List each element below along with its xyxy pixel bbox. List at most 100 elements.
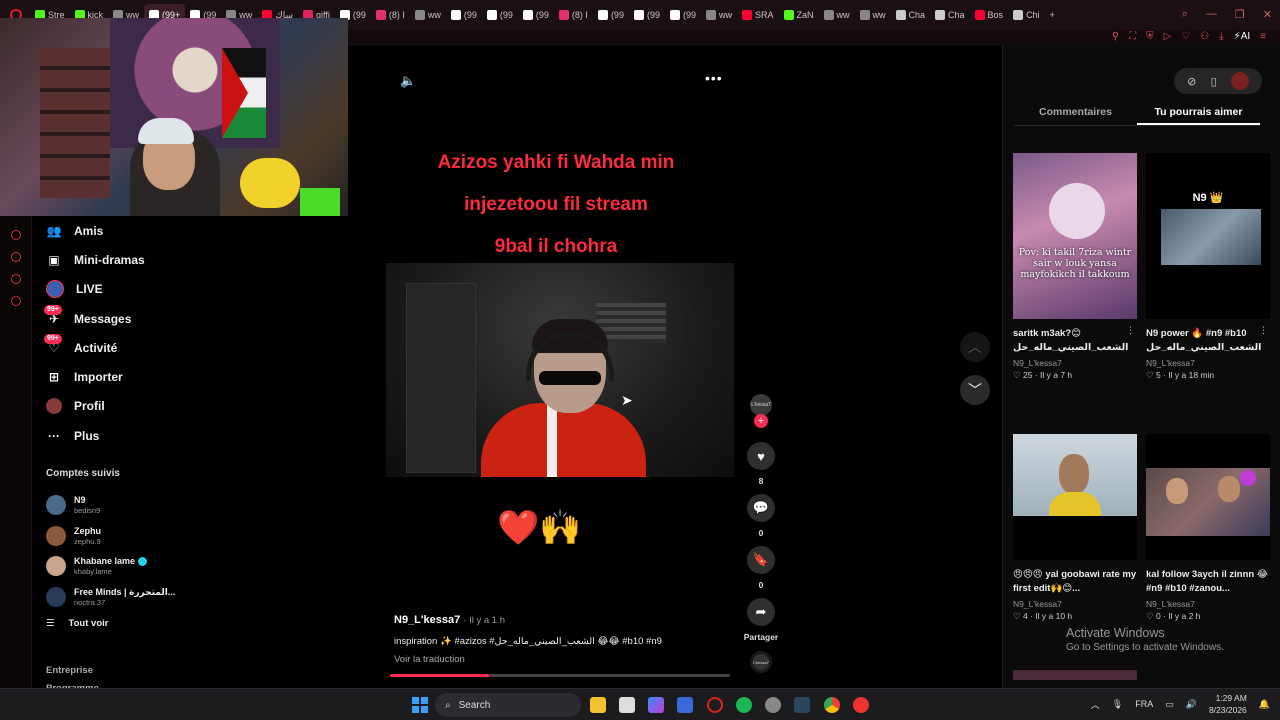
volume-icon[interactable]: 🔈 <box>400 73 416 89</box>
maximize-button[interactable]: ❐ <box>1235 8 1245 21</box>
video-progress-bar[interactable] <box>390 674 730 677</box>
browser-tab[interactable]: Cha <box>930 4 970 26</box>
dock-item-icon[interactable] <box>11 230 21 240</box>
browser-tab[interactable]: (8) I <box>554 4 593 26</box>
thumbnail[interactable]: Pov: ki takil 7riza wintr sair w louk ya… <box>1013 153 1137 319</box>
chrome-icon[interactable] <box>824 697 840 713</box>
follow-plus-icon[interactable]: + <box>754 414 768 428</box>
minimize-button[interactable]: — <box>1206 8 1217 21</box>
video-frame[interactable] <box>386 263 734 477</box>
card-author[interactable]: N9_L'kessa7 <box>1013 599 1137 609</box>
comment-button[interactable]: 💬 <box>747 494 775 522</box>
nav-item-mini-dramas[interactable]: ▣ Mini-dramas <box>46 245 246 274</box>
compass-icon[interactable]: ⊘ <box>1187 75 1196 88</box>
video-author[interactable]: N9_L'kessa7 · Il y a 1 h <box>394 614 505 626</box>
new-tab-button[interactable]: + <box>1045 4 1060 26</box>
following-item[interactable]: N9 bedisn9 <box>46 490 196 521</box>
browser-tab[interactable]: ww <box>855 4 891 26</box>
opera-gx-icon[interactable] <box>707 697 723 713</box>
translate-link[interactable]: Voir la traduction <box>394 654 465 665</box>
see-all-link[interactable]: ☰ Tout voir <box>46 618 108 629</box>
clock[interactable]: 1:29 AM 8/23/2026 <box>1209 692 1247 716</box>
phone-icon[interactable]: ▯ <box>1211 75 1217 88</box>
recommended-card[interactable]: kal follow 3aych il zinnn 😂 #n9 #b10 #za… <box>1146 434 1270 622</box>
browser-tab[interactable]: (99 <box>593 4 629 26</box>
browser-tab[interactable]: (99 <box>446 4 482 26</box>
pin-icon[interactable]: ⚲ <box>1112 31 1119 42</box>
nav-item-activit-[interactable]: ♡ 99+ Activité <box>44 333 246 362</box>
nav-item-profil[interactable]: Profil <box>46 392 246 421</box>
browser-tab[interactable]: (99 <box>629 4 665 26</box>
tab-you-may-like[interactable]: Tu pourrais aimer <box>1137 100 1260 125</box>
browser-tab[interactable]: ww <box>819 4 855 26</box>
nav-item-importer[interactable]: ⊞ Importer <box>46 362 246 391</box>
like-button[interactable]: ♥ <box>747 442 775 470</box>
sound-disc[interactable]: L'kessa7 <box>750 651 772 673</box>
browser-tab[interactable]: ww <box>410 4 446 26</box>
browser-tab[interactable]: Chi <box>1008 4 1045 26</box>
volume-icon[interactable]: 🔊 <box>1186 699 1197 710</box>
snapshot-icon[interactable]: ⛶ <box>1129 31 1136 42</box>
browser-tab[interactable]: ZaN <box>779 4 819 26</box>
file-explorer-icon[interactable] <box>590 697 606 713</box>
card-author[interactable]: N9_L'kessa7 <box>1146 599 1270 609</box>
thumbnail[interactable] <box>1013 434 1137 560</box>
author-name[interactable]: N9_L'kessa7 <box>394 614 460 626</box>
language-indicator[interactable]: FRA <box>1135 699 1153 709</box>
dock-item-icon[interactable] <box>11 252 21 262</box>
dock-settings-icon[interactable] <box>11 296 21 306</box>
ai-icon[interactable]: ⚡AI <box>1234 31 1250 42</box>
browser-tab[interactable]: SRA <box>737 4 779 26</box>
microphone-icon[interactable]: 🎙 <box>1112 699 1123 710</box>
steam-icon[interactable] <box>794 697 810 713</box>
menu-icon[interactable]: ≡ <box>1260 31 1266 42</box>
more-options-icon[interactable]: ••• <box>705 70 723 86</box>
following-item[interactable]: Free Minds | المتحررة... noctra.37 <box>46 582 196 613</box>
card-menu-icon[interactable]: ⋮ <box>1126 325 1135 336</box>
creator-avatar[interactable]: L'kessa7 <box>750 394 772 416</box>
start-button[interactable] <box>412 697 428 713</box>
browser-tab[interactable]: (99 <box>665 4 701 26</box>
app-icon[interactable] <box>853 697 869 713</box>
download-icon[interactable]: ⤓ <box>1219 31 1223 42</box>
previous-video-button[interactable]: ︿ <box>960 332 990 362</box>
recommended-card[interactable]: 😠😠😠 yal goobawi rate my first edit🙌😊... … <box>1013 434 1137 622</box>
browser-tab[interactable]: (99 <box>482 4 518 26</box>
save-button[interactable]: 🔖 <box>747 546 775 574</box>
browser-tab[interactable]: ww <box>701 4 737 26</box>
copilot-icon[interactable] <box>648 697 664 713</box>
heart-icon[interactable]: ♡ <box>1181 31 1190 42</box>
nav-item-messages[interactable]: ✈ 99+ Messages <box>44 304 246 333</box>
next-video-button[interactable]: ﹀ <box>960 375 990 405</box>
following-item[interactable]: Zephu zephu.9 <box>46 521 196 552</box>
share-button[interactable]: ➦ <box>747 598 775 626</box>
recommended-card[interactable]: Pov: ki takil 7riza wintr sair w louk ya… <box>1013 153 1137 381</box>
thumbnail[interactable] <box>1146 434 1270 560</box>
taskbar-search[interactable]: ⌕ Search <box>435 693 581 717</box>
nav-item-live[interactable]: LIVE <box>46 275 246 304</box>
spotify-icon[interactable] <box>736 697 752 713</box>
play-icon[interactable]: ▷ <box>1164 31 1172 42</box>
card-author[interactable]: N9_L'kessa7 <box>1146 358 1270 368</box>
following-item[interactable]: Khabane lame khaby.lame <box>46 551 196 582</box>
settings-icon[interactable] <box>765 697 781 713</box>
thumbnail[interactable]: N9 👑 <box>1146 153 1270 319</box>
footer-link-business[interactable]: Entreprise <box>46 662 99 680</box>
close-window-button[interactable]: ✕ <box>1263 8 1272 21</box>
monitor-icon[interactable]: ▭ <box>1165 699 1174 710</box>
recommended-card[interactable]: N9 👑 N9 power 🔥 #n9 #b10 الشعب_الصيني_ما… <box>1146 153 1270 381</box>
nav-item-amis[interactable]: 👥 Amis <box>46 216 246 245</box>
dock-item-icon[interactable] <box>11 274 21 284</box>
chevron-up-icon[interactable]: ︿ <box>1091 698 1100 711</box>
card-menu-icon[interactable]: ⋮ <box>1259 325 1268 336</box>
nav-item-plus[interactable]: ··· Plus <box>46 421 246 450</box>
tab-comments[interactable]: Commentaires <box>1014 100 1137 125</box>
user-avatar[interactable] <box>1230 72 1249 90</box>
browser-tab[interactable]: Bos <box>970 4 1009 26</box>
browser-tab[interactable]: (8) I <box>371 4 410 26</box>
browser-tab[interactable]: Cha <box>891 4 931 26</box>
search-tabs-icon[interactable]: ⌕ <box>1182 8 1188 21</box>
notification-icon[interactable]: 🔔 <box>1259 699 1270 710</box>
recommended-card-peek[interactable] <box>1013 670 1137 680</box>
account-icon[interactable]: ⚇ <box>1200 31 1209 42</box>
